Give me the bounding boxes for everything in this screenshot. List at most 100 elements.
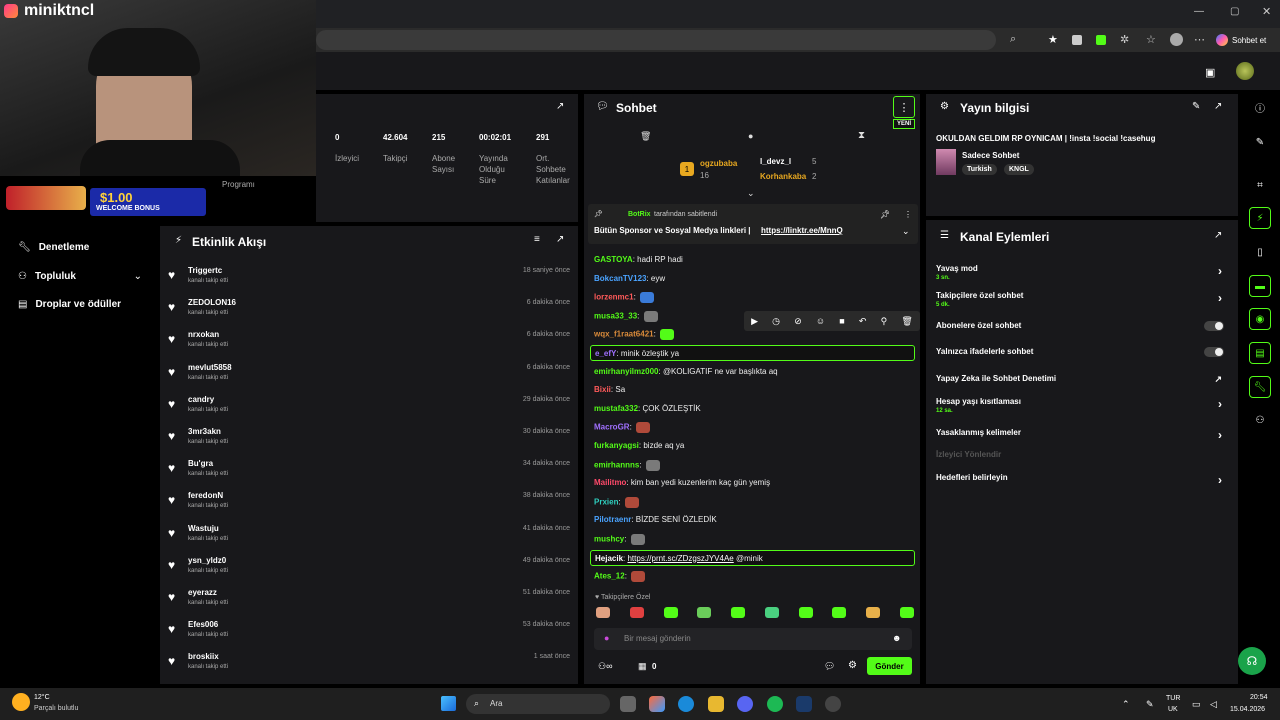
chat-username[interactable]: GASTOYA (594, 255, 633, 264)
follower-name[interactable]: 3mr3akn (188, 427, 221, 436)
chat-message[interactable]: Pilotraenr: BİZDE SENİ ÖZLEDİK (594, 515, 914, 524)
user-avatar[interactable] (1236, 62, 1254, 80)
zoom-icon[interactable]: ⌕ (1010, 33, 1016, 46)
emote-8[interactable] (832, 607, 847, 618)
chat-icon[interactable]: ● (748, 131, 753, 141)
emoji-icon[interactable]: ☻ (892, 633, 901, 643)
filter-icon[interactable]: ≡ (534, 234, 540, 245)
chat-message[interactable]: furkanyagsi: bizde aq ya (594, 441, 914, 450)
explorer-icon[interactable] (708, 696, 724, 712)
pin-icon[interactable]: 📌︎ (880, 210, 890, 219)
sidebar-item-droplar[interactable]: ▤ Droplar ve ödüller (18, 299, 121, 310)
favorites-icon[interactable]: ☆ (1146, 33, 1156, 46)
chat-menu-button[interactable]: ⋮ (893, 96, 915, 118)
close-icon[interactable]: ✕ (1262, 5, 1271, 18)
follower-name[interactable]: Triggertc (188, 266, 222, 275)
kick-extension-icon[interactable] (1096, 35, 1106, 45)
channel-action-row[interactable]: Yavaş mod 3 sn. › (936, 264, 1226, 281)
chat-settings-icon[interactable]: 💬︎ (824, 661, 835, 672)
follower-name[interactable]: ysn_yldz0 (188, 556, 226, 565)
chat-message[interactable]: lorzenmc1: (594, 292, 914, 304)
leader-3-name[interactable]: Korhankaba (760, 172, 806, 181)
follower-name[interactable]: feredonN (188, 491, 223, 500)
channel-action-row[interactable]: Abonelere özel sohbet (936, 321, 1226, 331)
pin-icon[interactable]: ⚲ (881, 316, 888, 327)
slash-icon[interactable]: ⊘ (794, 316, 802, 327)
chat-message[interactable]: wqx_f1raat6421: (594, 329, 914, 341)
channel-action-row[interactable]: Yapay Zeka ile Sohbet Denetimi ↗ (936, 374, 1226, 384)
weather-temp[interactable]: 12°C (34, 694, 50, 701)
clock-time[interactable]: 20:54 (1250, 694, 1268, 701)
taskbar-search[interactable]: ⌕ Ara (466, 694, 610, 714)
smile-icon[interactable]: ☺ (816, 316, 825, 326)
chat-username[interactable]: Bixii (594, 385, 611, 394)
leader-1-name[interactable]: ogzubaba (700, 159, 737, 168)
emote-7[interactable] (798, 607, 813, 618)
popout-icon[interactable]: ↗ (556, 234, 564, 245)
square-icon[interactable]: ■ (839, 316, 844, 326)
pen-icon[interactable]: ✎ (1146, 699, 1154, 710)
copilot-app-icon[interactable] (649, 696, 665, 712)
more-icon[interactable]: ⋮ (904, 210, 912, 219)
pencil-icon[interactable]: ✎ (1249, 131, 1271, 153)
volume-icon[interactable]: ◁ (1210, 699, 1217, 710)
chat-message[interactable]: GASTOYA: hadi RP hadi (594, 255, 914, 264)
info-icon[interactable]: ⓘ (1249, 96, 1271, 118)
expand-down-icon[interactable]: ⌄ (747, 188, 755, 199)
profile-avatar[interactable] (1170, 33, 1183, 46)
app-icon[interactable] (825, 696, 841, 712)
chevron-down-icon[interactable]: ⌄ (902, 226, 910, 237)
chat-username[interactable]: emirhannns (594, 460, 639, 469)
chat-username[interactable]: Hejacik (595, 554, 623, 563)
toggle-switch[interactable] (1204, 321, 1224, 331)
chat-username[interactable]: emirhanyilmz000 (594, 367, 658, 376)
crop-icon[interactable]: ⌗ (1249, 174, 1271, 196)
emote-10[interactable] (899, 607, 914, 618)
chat-message[interactable]: BokcanTV123: eyw (594, 274, 914, 283)
follower-name[interactable]: Wastuju (188, 524, 219, 533)
channel-action-row[interactable]: Hesap yaşı kısıtlaması 12 sa. › (936, 397, 1226, 414)
chat-username[interactable]: wqx_f1raat6421 (594, 330, 654, 339)
chat-input[interactable]: ● Bir mesaj gönderin ☻ (594, 628, 912, 650)
play-icon[interactable]: ▶ (751, 316, 758, 327)
emote-2[interactable] (629, 607, 644, 618)
puzzle-icon[interactable]: ✲ (1120, 33, 1129, 46)
follower-name[interactable]: broskiix (188, 652, 219, 661)
broadcast-icon[interactable]: ◉ (1249, 308, 1271, 330)
document-icon[interactable]: ▯ (1249, 241, 1271, 263)
users-icon[interactable]: ⚇ (1249, 409, 1271, 431)
chat-link[interactable]: https://prnt.sc/ZDzgszJYV4Ae (627, 554, 733, 563)
channel-action-row[interactable]: Yasaklanmış kelimeler › (936, 428, 1226, 442)
undo-icon[interactable]: ↶ (859, 316, 867, 327)
sidebar-item-denetleme[interactable]: 🔧︎ Denetleme (18, 242, 89, 253)
follower-name[interactable]: Efes006 (188, 620, 218, 629)
support-button[interactable]: ☊ (1238, 647, 1266, 675)
emote-1[interactable] (596, 607, 610, 618)
address-bar[interactable] (316, 30, 996, 50)
chat-username[interactable]: furkanyagsi (594, 441, 639, 450)
chat-message[interactable]: Prxien: (594, 496, 914, 508)
chevron-up-icon[interactable]: ⌃ (1122, 699, 1130, 710)
chat-message[interactable]: MacroGR: (594, 422, 914, 434)
follower-name[interactable]: candry (188, 395, 214, 404)
channel-action-row[interactable]: Takipçilere özel sohbet 5 dk. › (936, 291, 1226, 308)
sidebar-item-topluluk[interactable]: ⚇ Topluluk ⌄ (18, 271, 142, 282)
trash-icon[interactable]: 🗑︎ (640, 131, 651, 142)
users-icon[interactable]: ⚇∞ (598, 661, 612, 672)
popout-icon[interactable]: ↗ (556, 101, 564, 112)
copilot-button[interactable]: Sohbet et (1216, 32, 1276, 48)
task-view-icon[interactable] (620, 696, 636, 712)
follower-name[interactable]: mevlut5858 (188, 363, 232, 372)
chat-username[interactable]: lorzenmc1 (594, 293, 634, 302)
chat-message[interactable]: Mailitmo: kim ban yedi kuzenlerim kaç gü… (594, 478, 914, 487)
chat-message[interactable]: e_efY: minik özleştik ya (590, 345, 915, 361)
chat-username[interactable]: BokcanTV123 (594, 274, 646, 283)
follower-name[interactable]: eyerazz (188, 588, 217, 597)
chat-message[interactable]: Hejacik: https://prnt.sc/ZDzgszJYV4Ae @m… (590, 549, 915, 566)
chat-username[interactable]: musa33_33 (594, 311, 637, 320)
minimize-icon[interactable]: — (1194, 6, 1204, 17)
chat-username[interactable]: e_efY (595, 349, 616, 358)
toggle-switch[interactable] (1204, 347, 1224, 357)
leader-2-name[interactable]: l_devz_l (760, 157, 791, 166)
spotify-icon[interactable] (767, 696, 783, 712)
